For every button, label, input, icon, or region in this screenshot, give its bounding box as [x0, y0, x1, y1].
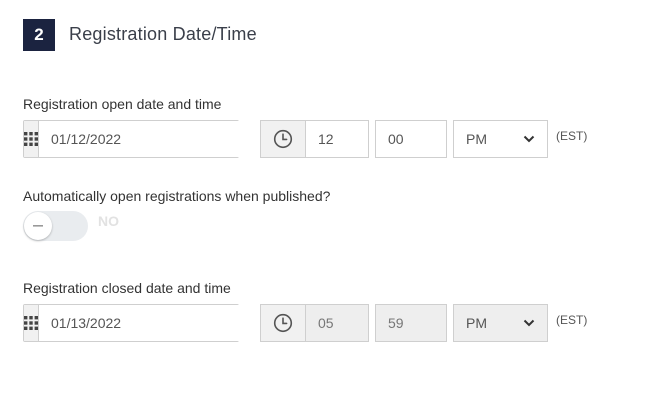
minus-icon — [33, 225, 43, 227]
closed-ampm-value: PM — [466, 315, 487, 331]
auto-open-label: Automatically open registrations when pu… — [23, 188, 331, 204]
auto-open-toggle[interactable] — [23, 211, 88, 241]
open-date-input[interactable] — [39, 121, 244, 157]
closed-date-input[interactable] — [39, 305, 244, 341]
closed-time-group: PM (EST) — [260, 304, 587, 342]
toggle-state-text: NO — [98, 213, 119, 229]
closed-datetime-label: Registration closed date and time — [23, 280, 231, 296]
step-number-badge: 2 — [23, 19, 55, 51]
clock-icon — [260, 120, 305, 158]
open-ampm-value: PM — [466, 131, 487, 147]
calendar-grid-icon[interactable] — [24, 305, 39, 341]
closed-minute-input[interactable] — [375, 304, 447, 342]
chevron-down-icon — [523, 319, 535, 327]
open-date-field — [23, 120, 244, 158]
open-time-group: PM (EST) — [260, 120, 587, 158]
open-minute-input[interactable] — [375, 120, 447, 158]
closed-hour-input[interactable] — [305, 304, 369, 342]
calendar-grid-icon[interactable] — [24, 121, 39, 157]
chevron-down-icon — [523, 135, 535, 143]
open-datetime-label: Registration open date and time — [23, 96, 222, 112]
toggle-knob — [24, 212, 52, 240]
closed-ampm-select[interactable]: PM — [453, 304, 548, 342]
closed-date-field — [23, 304, 244, 342]
section-title: Registration Date/Time — [69, 24, 257, 44]
clock-icon — [260, 304, 305, 342]
closed-timezone-label: (EST) — [556, 313, 588, 327]
open-ampm-select[interactable]: PM — [453, 120, 548, 158]
open-timezone-label: (EST) — [556, 129, 588, 143]
open-hour-input[interactable] — [305, 120, 369, 158]
